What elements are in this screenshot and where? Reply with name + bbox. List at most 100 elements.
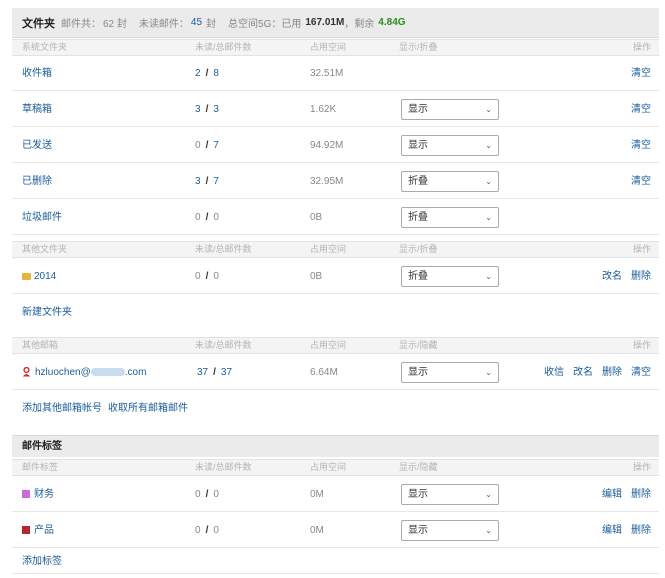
clear-button[interactable]: 清空 <box>631 128 651 163</box>
folder-size: 1.62K <box>310 104 337 115</box>
folder-name-link[interactable]: 草稿箱 <box>22 92 52 127</box>
used-space-value: 167.01M <box>305 17 345 28</box>
user-icon <box>22 367 31 377</box>
header-show-fold: 显示/折叠 <box>399 42 438 52</box>
folder-size: 0B <box>310 212 323 223</box>
mail-count: 0/0 <box>195 525 219 536</box>
folder-actions: 清空 <box>631 92 651 127</box>
clear-button[interactable]: 清空 <box>631 56 651 91</box>
folder-name-link[interactable]: 已发送 <box>22 128 52 163</box>
mail-count: 0/0 <box>195 212 219 223</box>
clear-button[interactable]: 清空 <box>631 164 651 199</box>
other-folders-header: 其他文件夹 未读/总邮件数 占用空间 显示/折叠 操作 <box>12 241 659 258</box>
show-fold-select[interactable]: 折叠 ⌄ <box>401 266 499 287</box>
new-folder-link[interactable]: 新建文件夹 <box>22 295 72 330</box>
total-mail-value: 62 封 <box>103 19 127 30</box>
redacted-domain <box>90 368 125 376</box>
folder-name-link[interactable]: 收件箱 <box>22 56 52 91</box>
header-show-fold: 显示/折叠 <box>399 244 438 254</box>
folder-row-spam: 垃圾邮件 0/0 0B 折叠 ⌄ <box>12 200 659 235</box>
header-unread-total: 未读/总邮件数 <box>195 340 252 350</box>
add-tag-row: 添加标签 <box>12 549 659 574</box>
chevron-down-icon: ⌄ <box>485 272 492 281</box>
total-mail-label: 邮件共： <box>61 19 101 30</box>
folder-actions: 清空 <box>631 128 651 163</box>
folder-row-sent: 已发送 0/7 94.92M 显示 ⌄ 清空 <box>12 128 659 163</box>
page-title: 文件夹 <box>22 17 55 30</box>
folder-actions: 清空 <box>631 164 651 199</box>
space-label: 总空间5G：已用 <box>228 19 302 30</box>
folder-actions: 改名 删除 <box>602 259 651 294</box>
system-folders-header: 系统文件夹 未读/总邮件数 占用空间 显示/折叠 操作 <box>12 39 659 56</box>
remain-space-value: 4.84G <box>378 17 406 28</box>
show-hide-select[interactable]: 显示 ⌄ <box>401 362 499 383</box>
chevron-down-icon: ⌄ <box>485 526 492 535</box>
tag-name-link[interactable]: 财务 <box>22 477 54 512</box>
header-actions: 操作 <box>632 244 651 254</box>
show-hide-select[interactable]: 显示 ⌄ <box>401 520 499 541</box>
header-size: 占用空间 <box>310 462 347 472</box>
tag-actions: 编辑 删除 <box>602 513 651 548</box>
header-show-hide: 显示/隐藏 <box>399 340 438 350</box>
mailbox-actions: 收信 改名 删除 清空 <box>544 355 651 390</box>
tag-name-link[interactable]: 产品 <box>22 513 54 548</box>
tags-section-title: 邮件标签 <box>12 435 659 457</box>
header-size: 占用空间 <box>310 244 347 254</box>
rename-button[interactable]: 改名 <box>602 259 622 294</box>
tag-actions: 编辑 删除 <box>602 477 651 512</box>
folder-name-link[interactable]: 2014 <box>22 259 56 294</box>
delete-button[interactable]: 删除 <box>631 477 651 512</box>
header-actions: 操作 <box>632 462 651 472</box>
folder-name-link[interactable]: 垃圾邮件 <box>22 200 62 235</box>
mail-count: 2/8 <box>195 68 219 79</box>
show-fold-select[interactable]: 显示 ⌄ <box>401 135 499 156</box>
edit-button[interactable]: 编辑 <box>602 477 622 512</box>
folder-row-deleted: 已删除 3/7 32.95M 折叠 ⌄ 清空 <box>12 164 659 199</box>
other-mailboxes-header: 其他邮箱 未读/总邮件数 占用空间 显示/隐藏 操作 <box>12 337 659 354</box>
fetch-all-mailboxes-link[interactable]: 收取所有邮箱邮件 <box>108 391 188 426</box>
mailbox-name-link[interactable]: hzluochen@ .com <box>22 355 146 390</box>
folder-icon <box>22 273 31 280</box>
chevron-down-icon: ⌄ <box>485 141 492 150</box>
folder-size: 94.92M <box>310 140 344 151</box>
show-fold-select[interactable]: 显示 ⌄ <box>401 99 499 120</box>
folder-row-2014: 2014 0/0 0B 折叠 ⌄ 改名 删除 <box>12 259 659 294</box>
tag-row-finance: 财务 0/0 0M 显示 ⌄ 编辑 删除 <box>12 477 659 512</box>
chevron-down-icon: ⌄ <box>485 105 492 114</box>
chevron-down-icon: ⌄ <box>485 213 492 222</box>
header-mailbox-name: 其他邮箱 <box>22 340 59 350</box>
new-folder-row: 新建文件夹 <box>12 295 659 330</box>
header-tag-name: 邮件标签 <box>22 462 59 472</box>
header-actions: 操作 <box>632 340 651 350</box>
chevron-down-icon: ⌄ <box>485 490 492 499</box>
tag-size: 0M <box>310 489 324 500</box>
header-folder-name: 其他文件夹 <box>22 244 68 254</box>
mail-count: 3/3 <box>195 104 219 115</box>
delete-button[interactable]: 删除 <box>631 513 651 548</box>
clear-button[interactable]: 清空 <box>631 92 651 127</box>
folder-name-link[interactable]: 已删除 <box>22 164 52 199</box>
add-mailbox-link[interactable]: 添加其他邮箱帐号 <box>22 391 102 426</box>
folder-size: 32.95M <box>310 176 344 187</box>
mailbox-links-row: 添加其他邮箱帐号 收取所有邮箱邮件 <box>12 391 659 426</box>
fetch-mail-button[interactable]: 收信 <box>544 355 564 390</box>
header-actions: 操作 <box>632 42 651 52</box>
delete-button[interactable]: 删除 <box>631 259 651 294</box>
delete-button[interactable]: 删除 <box>602 355 622 390</box>
tag-row-product: 产品 0/0 0M 显示 ⌄ 编辑 删除 <box>12 513 659 548</box>
chevron-down-icon: ⌄ <box>485 368 492 377</box>
tag-size: 0M <box>310 525 324 536</box>
rename-button[interactable]: 改名 <box>573 355 593 390</box>
remain-label: ，剩余 <box>344 19 375 30</box>
header-size: 占用空间 <box>310 340 347 350</box>
show-hide-select[interactable]: 显示 ⌄ <box>401 484 499 505</box>
clear-button[interactable]: 清空 <box>631 355 651 390</box>
mailbox-size: 6.64M <box>310 367 338 378</box>
edit-button[interactable]: 编辑 <box>602 513 622 548</box>
show-fold-select[interactable]: 折叠 ⌄ <box>401 207 499 228</box>
show-fold-select[interactable]: 折叠 ⌄ <box>401 171 499 192</box>
folder-actions: 清空 <box>631 56 651 91</box>
add-tag-link[interactable]: 添加标签 <box>22 549 62 574</box>
folder-summary-bar: 文件夹 邮件共： 62 封 未读邮件： 45 封 总空间5G：已用 167.01… <box>12 8 659 38</box>
folder-size: 0B <box>310 271 323 282</box>
